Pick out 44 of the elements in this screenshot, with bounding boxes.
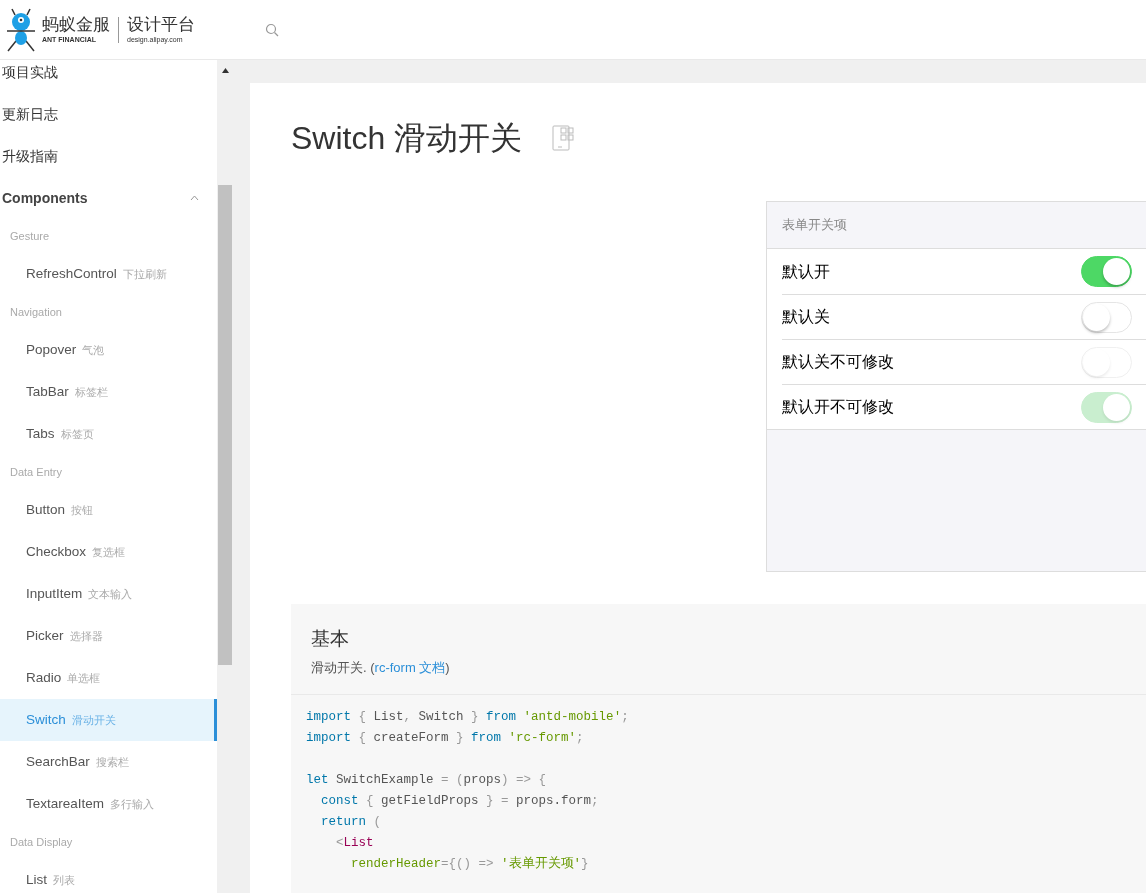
demo-title: 基本 (311, 627, 350, 651)
sidebar-item[interactable]: Button 按钮 (0, 489, 217, 531)
row-label: 默认关不可修改 (782, 352, 894, 372)
code-line: return ( (320, 813, 383, 831)
sidebar-item[interactable]: Picker 选择器 (0, 615, 217, 657)
sidebar-item[interactable]: TextareaItem 多行输入 (0, 783, 217, 825)
sidebar-item[interactable]: List 列表 (0, 859, 217, 893)
row-label: 默认关 (782, 307, 830, 327)
group-label: Data Display (10, 834, 73, 850)
sidebar-item[interactable]: SearchBar 搜索栏 (0, 741, 217, 783)
ant-logo-icon (4, 6, 38, 53)
scroll-up-icon[interactable] (221, 68, 229, 73)
code-line: renderHeader={() => '表单开关项'} (350, 855, 590, 873)
product-name: 设计平台 (127, 15, 195, 35)
group-label: Data Entry (10, 464, 62, 480)
code-line: <List (335, 834, 375, 852)
row-label: 默认开不可修改 (782, 397, 894, 417)
sidebar-link[interactable]: 更新日志 (2, 103, 58, 125)
sidebar-item[interactable]: Checkbox 复选框 (0, 531, 217, 573)
list-header: 表单开关项 (781, 216, 848, 235)
code-line: import { createForm } from 'rc-form'; (306, 729, 585, 747)
chevron-icon (190, 195, 199, 201)
code-line: import { List, Switch } from 'antd-mobile'; (306, 708, 630, 726)
sidebar-item[interactable]: TabBar 标签栏 (0, 371, 217, 413)
qr-code-icon[interactable] (552, 125, 577, 151)
scrollbar-thumb[interactable] (218, 185, 232, 665)
row-label: 默认开 (782, 261, 830, 282)
sidebar-item[interactable]: Radio 单选框 (0, 657, 217, 699)
sidebar-item[interactable]: RefreshControl 下拉刷新 (0, 253, 217, 295)
brand-name: 蚂蚁金服 (42, 15, 110, 35)
sidebar-link[interactable]: 项目实战 (2, 61, 58, 83)
page-title: Switch 滑动开关 (291, 119, 523, 158)
code-line: let SwitchExample = (props) => { (306, 771, 548, 789)
demo-description: 滑动开关. (rc-form 文档) (311, 659, 451, 677)
search-icon[interactable] (265, 22, 279, 37)
sidebar-section-header[interactable]: Components (0, 177, 217, 219)
group-label: Gesture (10, 228, 50, 244)
sidebar-link[interactable]: 升级指南 (2, 145, 58, 167)
code-line: const { getFieldProps } = props.form; (320, 792, 600, 810)
group-label: Navigation (10, 304, 62, 320)
sidebar-item[interactable]: Tabs 标签页 (0, 413, 217, 455)
toggle-switch[interactable] (1081, 256, 1132, 287)
sidebar-item[interactable]: InputItem 文本输入 (0, 573, 217, 615)
sidebar-item[interactable]: Popover 气泡 (0, 329, 217, 371)
